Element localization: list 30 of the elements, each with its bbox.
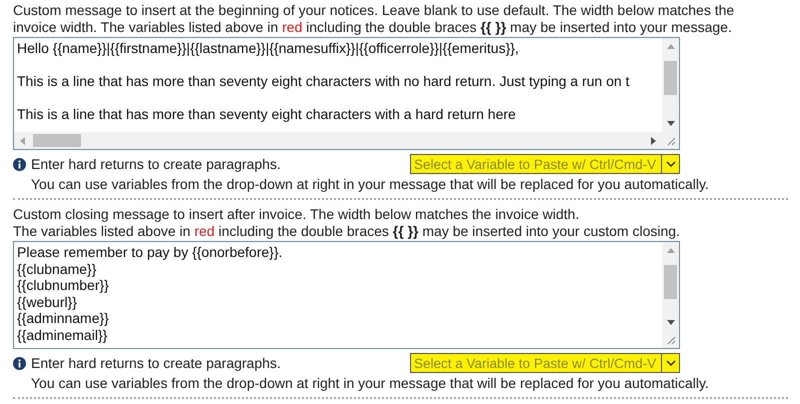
instruction-text: Custom message to insert at the beginning of your notices. Leave blank to use default. The width below matches the invoice width. The variables listed above in red including the double braces {{ }} may be inserted into your message. (13, 2, 736, 35)
variable-dropdown[interactable]: Select a Variable to Paste w/ Ctrl/Cmd-V (410, 154, 680, 174)
hint-text: Enter hard returns to create paragraphs. (31, 156, 281, 172)
text-line: {{clubnumber}} (17, 277, 109, 294)
scroll-thumb[interactable] (664, 61, 677, 95)
text-line: {{clubname}} (17, 260, 96, 277)
text-line: This is a line that has more than seventy eight characters with a hard return here (17, 105, 516, 122)
scroll-thumb[interactable] (664, 265, 677, 299)
note-text: You can use variables from the drop-down at right in your message that will be replaced for you automatically. (31, 375, 710, 391)
note-text: You can use variables from the drop-down at right in your message that will be replaced for you automatically. (31, 176, 710, 192)
message-field[interactable]: Please remember to pay by {{onorbefore}}. {{clubname}} {{clubnumber}} {{weburl}} {{adminname}} {{adminemail}} (13, 241, 680, 349)
vertical-scrollbar[interactable] (662, 38, 679, 132)
caret-icon (666, 360, 676, 366)
text-line: {{weburl}} (17, 294, 77, 310)
instruction-text: Custom closing message to insert after invoice. The width below matches the invoice width. (13, 206, 580, 222)
text-line: {{adminemail}} (17, 326, 108, 343)
vertical-scrollbar[interactable] (662, 242, 679, 348)
text-line: This is a line that has more than seventy eight characters with no hard return. Just typing a run on t (17, 72, 630, 90)
variable-dropdown[interactable]: Select a Variable to Paste w/ Ctrl/Cmd-V (410, 353, 680, 373)
hint-text: Enter hard returns to create paragraphs. (31, 355, 281, 371)
caret-icon (666, 161, 676, 167)
text-line: Please remember to pay by {{onorbefore}}. (17, 244, 282, 260)
scroll-thumb[interactable] (33, 134, 81, 147)
message-field[interactable] (13, 37, 680, 150)
text-line: Hello {{name}}|{{firstname}}|{{lastname}}|{{namesuffix}}|{{officerrole}}|{{emeritus}}, (17, 40, 519, 56)
info-icon (13, 356, 26, 370)
info-icon (13, 158, 26, 170)
instruction-text: The variables listed above in red including the double braces {{ }} may be inserted into your custom closing. (13, 222, 681, 239)
horizontal-scrollbar[interactable] (14, 132, 662, 149)
text-line: {{adminname}} (17, 310, 109, 326)
